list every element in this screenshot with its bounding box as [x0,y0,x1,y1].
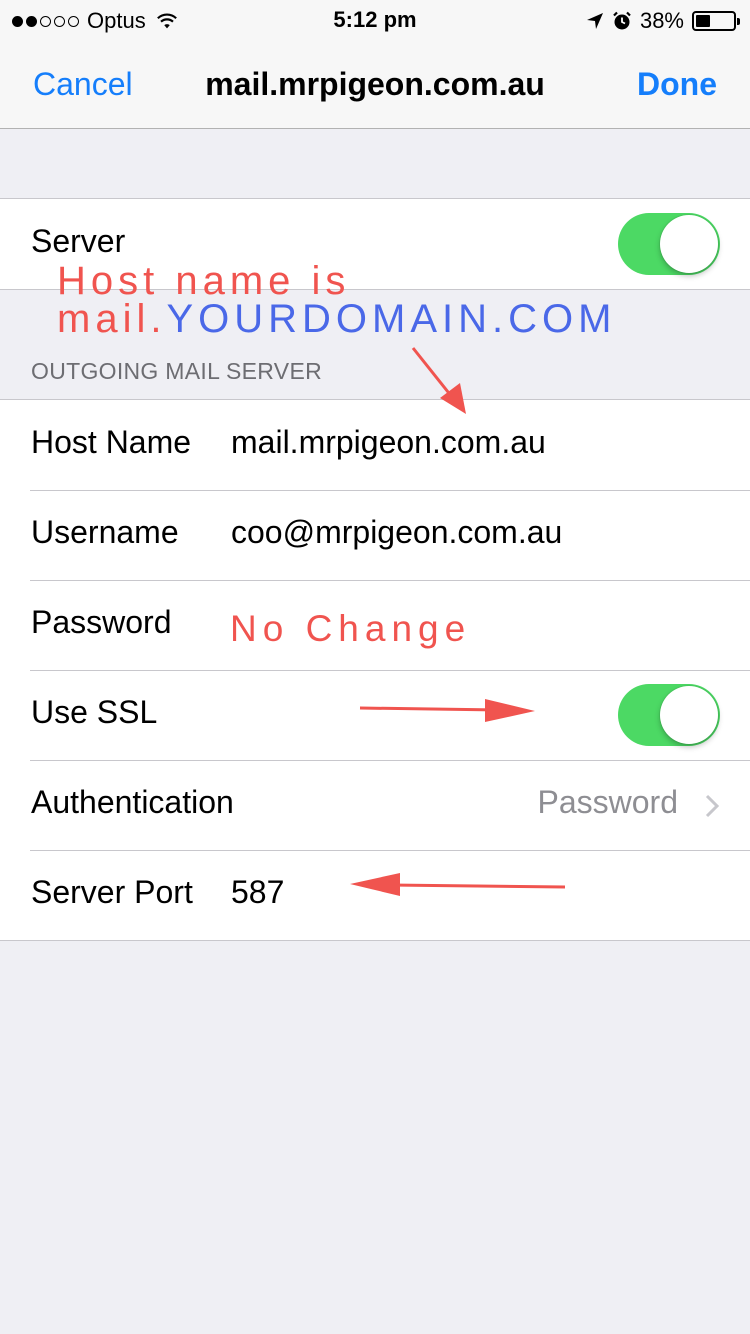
host-annotation-line1: Host name is [57,259,351,303]
section-header-outgoing: OUTGOING MAIL SERVER [31,358,322,384]
authentication-cell[interactable]: Authentication Password [0,760,750,850]
host-name-field[interactable]: mail.mrpigeon.com.au [231,424,546,461]
host-name-annotation: Host name is mail.YOURDOMAIN.COM [57,259,617,341]
server-port-cell[interactable]: Server Port 587 [0,850,750,940]
host-name-label: Host Name [31,424,192,460]
host-annotation-line2: mail.YOURDOMAIN.COM [57,297,617,341]
authentication-value: Password [537,784,679,820]
battery-fill [696,15,710,27]
status-bar: Optus 5:12 pm 38% [0,0,750,40]
battery-icon [692,11,740,31]
no-change-annotation: No Change [230,608,472,649]
username-cell[interactable]: Username coo@mrpigeon.com.au [0,490,750,580]
authentication-label: Authentication [31,784,234,820]
navigation-bar: Cancel mail.mrpigeon.com.au Done [0,40,750,129]
done-button[interactable]: Done [637,66,717,103]
alarm-clock-icon [613,11,631,30]
chevron-right-icon [705,794,720,818]
status-right: 38% [586,8,740,34]
use-ssl-cell: Use SSL [0,670,750,760]
host-annotation-prefix: mail. [57,297,167,341]
server-label: Server [31,223,126,259]
server-toggle[interactable] [618,213,720,275]
host-name-cell[interactable]: Host Name mail.mrpigeon.com.au [0,400,750,490]
use-ssl-toggle[interactable] [618,684,720,746]
battery-percent: 38% [639,8,684,33]
server-port-field[interactable]: 587 [231,874,284,911]
location-arrow-icon [586,13,603,29]
host-annotation-domain: YOURDOMAIN.COM [166,297,617,341]
use-ssl-label: Use SSL [31,694,158,730]
username-field[interactable]: coo@mrpigeon.com.au [231,514,562,551]
server-port-label: Server Port [31,874,193,910]
outgoing-server-group: Host Name mail.mrpigeon.com.au Username … [0,399,750,941]
username-label: Username [31,514,179,550]
password-label: Password [31,604,172,640]
